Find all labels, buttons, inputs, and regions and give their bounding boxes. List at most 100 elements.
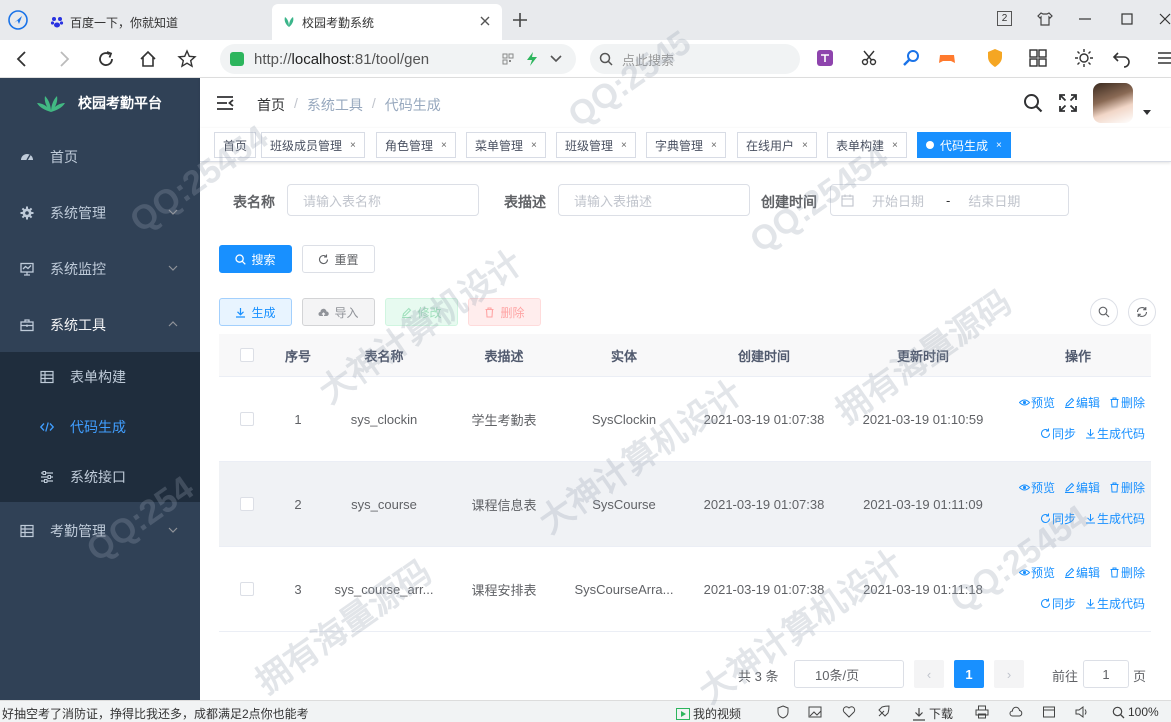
close-icon[interactable]: × [892, 140, 898, 151]
new-tab-icon[interactable] [510, 10, 530, 30]
preview-link[interactable]: 预览 [1018, 564, 1055, 581]
row-checkbox[interactable] [240, 412, 254, 426]
maximize-icon[interactable] [1118, 10, 1136, 28]
caret-down-icon[interactable] [1143, 108, 1151, 116]
lightning-icon[interactable] [526, 52, 538, 66]
gen-code-link[interactable]: 生成代码 [1085, 425, 1145, 442]
close-icon[interactable] [478, 14, 492, 28]
edit-link[interactable]: 编辑 [1064, 394, 1100, 411]
browser-logo-icon[interactable] [8, 10, 28, 30]
breadcrumb-item[interactable]: 首页 [257, 95, 285, 115]
end-date-placeholder[interactable]: 结束日期 [968, 191, 1020, 210]
shield-icon[interactable] [985, 48, 1005, 68]
reload-icon[interactable] [96, 49, 116, 69]
translate-icon[interactable] [816, 48, 836, 68]
url-input[interactable]: http://localhost:81/tool/gen [220, 44, 576, 74]
undo-icon[interactable] [1112, 48, 1132, 68]
sidebar-item-system-api[interactable]: 系统接口 [0, 452, 200, 502]
page-size-select[interactable]: 10条/页 [794, 660, 904, 688]
sidebar-item-code-gen[interactable]: 代码生成 [0, 402, 200, 452]
date-range-picker[interactable]: 开始日期 - 结束日期 [830, 184, 1069, 216]
next-page-button[interactable]: › [994, 660, 1024, 688]
sidebar-item-attendance[interactable]: 考勤管理 [0, 503, 200, 559]
tag-menus[interactable]: 菜单管理 × [466, 132, 546, 158]
download-button[interactable]: 下载 [912, 705, 953, 722]
tag-form-builder[interactable]: 表单构建 × [827, 132, 907, 158]
tab-count-badge[interactable]: 2 [997, 11, 1012, 26]
minimize-icon[interactable] [1076, 10, 1094, 28]
goto-page-input[interactable]: 1 [1083, 660, 1129, 688]
tag-dictionary[interactable]: 字典管理 × [646, 132, 726, 158]
sidebar-item-form-builder[interactable]: 表单构建 [0, 352, 200, 402]
tag-code-gen[interactable]: 代码生成 × [917, 132, 1011, 158]
browser-tab-active[interactable]: 校园考勤系统 [272, 4, 502, 40]
tag-roles[interactable]: 角色管理 × [376, 132, 456, 158]
prev-page-button[interactable]: ‹ [914, 660, 944, 688]
speaker-icon[interactable] [1075, 705, 1089, 719]
search-icon[interactable] [1023, 93, 1043, 113]
sidebar-logo[interactable]: 校园考勤平台 [0, 78, 200, 128]
gen-code-link[interactable]: 生成代码 [1085, 510, 1145, 527]
delete-button[interactable]: 删除 [468, 298, 541, 326]
edit-link[interactable]: 编辑 [1064, 479, 1100, 496]
magnifier-icon[interactable] [902, 48, 922, 68]
sidebar-item-system-monitor[interactable]: 系统监控 [0, 241, 200, 297]
brightness-icon[interactable] [1074, 48, 1094, 68]
avatar[interactable] [1093, 83, 1133, 123]
my-videos-button[interactable]: 我的视频 [676, 705, 741, 722]
chevron-down-icon[interactable] [550, 54, 562, 64]
tag-online-users[interactable]: 在线用户 × [737, 132, 817, 158]
window-icon[interactable] [1042, 705, 1056, 719]
search-button[interactable]: 搜索 [219, 245, 292, 273]
sidebar-item-home[interactable]: 首页 [0, 129, 200, 185]
sync-link[interactable]: 同步 [1040, 425, 1076, 442]
sync-link[interactable]: 同步 [1040, 595, 1076, 612]
import-button[interactable]: 导入 [302, 298, 375, 326]
refresh-table-button[interactable] [1128, 298, 1156, 326]
tag-class-members[interactable]: 班级成员管理 × [261, 132, 365, 158]
qr-icon[interactable] [502, 53, 514, 65]
scissors-icon[interactable] [860, 48, 880, 68]
gamepad-icon[interactable] [937, 48, 957, 68]
delete-link[interactable]: 删除 [1109, 479, 1145, 496]
reset-button[interactable]: 重置 [302, 245, 375, 273]
close-icon[interactable]: × [802, 140, 808, 151]
close-icon[interactable]: × [621, 140, 627, 151]
browser-tab-baidu[interactable]: 百度一下，你就知道 [40, 4, 272, 40]
menu-icon[interactable] [1156, 48, 1171, 68]
close-icon[interactable]: × [441, 140, 447, 151]
close-icon[interactable]: × [350, 140, 356, 151]
forward-icon[interactable] [54, 49, 74, 69]
printer-icon[interactable] [975, 705, 989, 719]
fullscreen-icon[interactable] [1058, 93, 1078, 113]
close-icon[interactable]: × [996, 140, 1002, 151]
image-icon[interactable] [808, 705, 822, 719]
toggle-search-button[interactable] [1090, 298, 1118, 326]
tag-home[interactable]: 首页 [214, 132, 257, 158]
star-icon[interactable] [177, 49, 197, 69]
gen-code-link[interactable]: 生成代码 [1085, 595, 1145, 612]
web-search-input[interactable]: 点此搜索 [590, 44, 800, 74]
heart-icon[interactable] [842, 705, 856, 719]
table-desc-input[interactable]: 请输入表描述 [558, 184, 750, 216]
sync-link[interactable]: 同步 [1040, 510, 1076, 527]
hamburger-icon[interactable] [216, 95, 234, 111]
home-icon[interactable] [138, 49, 158, 69]
edit-link[interactable]: 编辑 [1064, 564, 1100, 581]
zoom-control[interactable]: 100% [1112, 705, 1159, 719]
close-icon[interactable]: × [531, 140, 537, 151]
news-ticker[interactable]: 好抽空考了消防证，挣得比我还多，成都满足2点你也能考 [2, 705, 309, 722]
sidebar-item-system-management[interactable]: 系统管理 [0, 185, 200, 241]
rocket-icon[interactable] [876, 705, 890, 719]
start-date-placeholder[interactable]: 开始日期 [872, 191, 934, 210]
shield-check-icon[interactable] [776, 705, 790, 719]
table-name-input[interactable]: 请输入表名称 [287, 184, 479, 216]
delete-link[interactable]: 删除 [1109, 394, 1145, 411]
preview-link[interactable]: 预览 [1018, 394, 1055, 411]
window-close-icon[interactable] [1159, 10, 1171, 28]
tag-classes[interactable]: 班级管理 × [556, 132, 636, 158]
cloud-icon[interactable] [1009, 705, 1023, 719]
row-checkbox[interactable] [240, 582, 254, 596]
row-checkbox[interactable] [240, 497, 254, 511]
grid-apps-icon[interactable] [1028, 48, 1048, 68]
